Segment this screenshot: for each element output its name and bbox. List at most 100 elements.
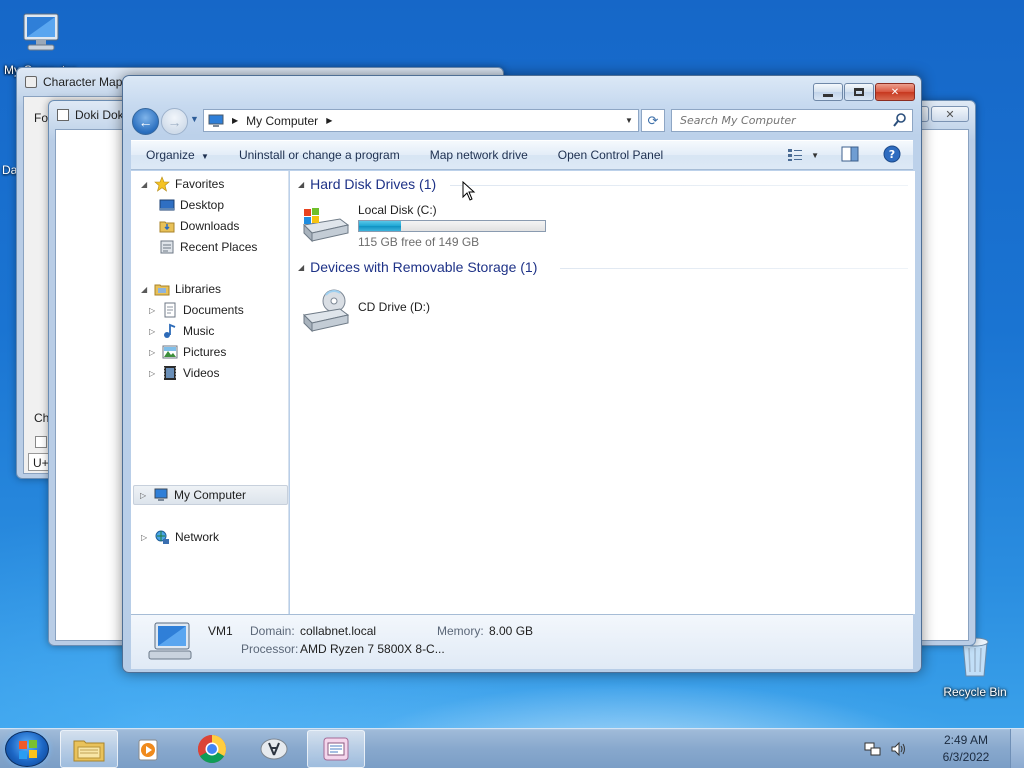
disk-free-text: 115 GB free of 149 GB xyxy=(358,235,480,249)
group-header-hard-disk[interactable]: ◢ Hard Disk Drives (1) xyxy=(298,176,436,192)
domain-label: Domain: xyxy=(250,624,295,638)
svg-text:?: ? xyxy=(889,148,895,161)
nav-documents[interactable]: ▷ Documents xyxy=(149,300,244,320)
nav-favorites[interactable]: ◢ Favorites xyxy=(141,174,224,194)
recent-pages-dropdown[interactable]: ▼ xyxy=(190,114,199,124)
forward-button[interactable]: → xyxy=(161,108,188,135)
restore-icon xyxy=(854,88,864,96)
nav-recent-places[interactable]: Recent Places xyxy=(159,237,257,257)
nav-libraries[interactable]: ◢ Libraries xyxy=(141,279,221,299)
music-icon xyxy=(164,323,176,338)
search-input[interactable] xyxy=(672,110,882,131)
recent-places-icon xyxy=(160,240,174,254)
chevron-down-icon: ▼ xyxy=(190,114,199,124)
window-icon xyxy=(57,109,69,121)
nav-network[interactable]: ▷ Network xyxy=(141,527,219,547)
collapse-arrow-icon: ◢ xyxy=(298,262,305,272)
volume-icon[interactable] xyxy=(890,740,908,758)
breadcrumb-my-computer[interactable]: My Computer xyxy=(246,114,318,128)
font-label: Fo xyxy=(34,111,49,125)
expand-arrow-icon[interactable]: ▷ xyxy=(149,306,157,315)
map-network-drive-button[interactable]: Map network drive xyxy=(415,148,543,162)
network-icon xyxy=(155,530,169,544)
collapse-arrow-icon[interactable]: ◢ xyxy=(141,285,149,294)
taskbar-chrome[interactable] xyxy=(183,730,241,768)
breadcrumb-separator-icon[interactable]: ▶ xyxy=(326,116,332,125)
show-desktop-button[interactable] xyxy=(1010,729,1024,768)
refresh-button[interactable]: ⟳ xyxy=(641,109,665,132)
command-bar: Organize ▼ Uninstall or change a program… xyxy=(131,140,913,170)
expand-arrow-icon[interactable]: ▷ xyxy=(149,348,157,357)
minimize-button[interactable] xyxy=(813,83,843,101)
system-tray: 2:49 AM 6/3/2022 xyxy=(864,729,1024,768)
nav-my-computer[interactable]: ▷ My Computer xyxy=(133,485,288,505)
address-bar[interactable]: ▶ My Computer ▶ ▼ xyxy=(203,109,639,132)
taskbar-app[interactable] xyxy=(245,730,303,768)
nav-music[interactable]: ▷ Music xyxy=(149,321,214,341)
nav-downloads[interactable]: Downloads xyxy=(159,216,239,236)
mouse-cursor-icon xyxy=(462,181,476,201)
change-view-button[interactable]: ▼ xyxy=(787,148,819,162)
uninstall-program-button[interactable]: Uninstall or change a program xyxy=(224,148,415,162)
nav-desktop[interactable]: Desktop xyxy=(159,195,224,215)
desktop-icon xyxy=(159,199,175,211)
explorer-window[interactable]: ✕ ← → ▼ ▶ My Computer ▶ ▼ ⟳ Search My Co… xyxy=(122,75,922,673)
libraries-icon xyxy=(154,284,170,296)
group-divider xyxy=(560,268,908,269)
search-box[interactable] xyxy=(671,109,913,132)
window-title: Character Map xyxy=(25,75,122,89)
app-icon xyxy=(260,738,288,760)
computer-name: VM1 xyxy=(208,624,233,638)
back-button[interactable]: ← xyxy=(132,108,159,135)
windows-logo-icon xyxy=(19,740,37,759)
taskbar-media-player[interactable] xyxy=(120,730,178,768)
group-header-removable[interactable]: ◢ Devices with Removable Storage (1) xyxy=(298,259,537,275)
preview-pane-icon xyxy=(841,146,859,161)
arrow-left-icon: ← xyxy=(138,113,153,130)
help-button[interactable]: ? xyxy=(883,145,901,166)
advanced-checkbox[interactable] xyxy=(35,436,47,448)
organize-button[interactable]: Organize ▼ xyxy=(131,148,224,162)
open-control-panel-button[interactable]: Open Control Panel xyxy=(543,148,678,162)
hard-drive-icon xyxy=(302,208,350,243)
processor-label: Processor: xyxy=(241,642,299,656)
navigation-pane: ◢ Favorites Desktop Downloads Recent Pla… xyxy=(131,171,289,614)
clock[interactable]: 2:49 AM 6/3/2022 xyxy=(930,732,1002,766)
taskbar-explorer[interactable] xyxy=(60,730,118,768)
taskbar-character-map[interactable] xyxy=(307,730,365,768)
expand-arrow-icon[interactable]: ▷ xyxy=(141,533,149,542)
content-pane: ◢ Hard Disk Drives (1) Local Disk (C:) 1… xyxy=(290,171,915,614)
drive-cd-d[interactable]: CD Drive (D:) xyxy=(300,289,430,333)
details-pane: VM1 Domain: collabnet.local Memory: 8.00… xyxy=(131,614,913,669)
star-icon xyxy=(154,176,170,192)
search-icon xyxy=(893,113,906,127)
nav-videos[interactable]: ▷ Videos xyxy=(149,363,219,383)
preview-pane-button[interactable] xyxy=(841,146,859,165)
character-map-icon xyxy=(323,737,349,761)
character-map-icon xyxy=(25,76,37,88)
close-button[interactable]: ✕ xyxy=(875,83,915,101)
chevron-down-icon: ▼ xyxy=(201,152,209,161)
computer-icon xyxy=(23,13,59,51)
close-button[interactable]: ✕ xyxy=(931,106,969,122)
nav-pictures[interactable]: ▷ Pictures xyxy=(149,342,226,362)
computer-icon xyxy=(208,114,224,127)
drive-local-disk-c[interactable]: Local Disk (C:) 115 GB free of 149 GB xyxy=(300,203,546,249)
expand-arrow-icon[interactable]: ▷ xyxy=(149,327,157,336)
pictures-icon xyxy=(162,345,178,359)
start-button[interactable] xyxy=(5,731,49,767)
cd-drive-icon xyxy=(302,289,350,333)
clock-time: 2:49 AM xyxy=(943,733,989,747)
expand-arrow-icon[interactable]: ▷ xyxy=(140,491,148,500)
computer-icon xyxy=(154,488,168,501)
collapse-arrow-icon[interactable]: ◢ xyxy=(141,180,149,189)
breadcrumb-separator-icon: ▶ xyxy=(232,116,239,125)
expand-arrow-icon[interactable]: ▷ xyxy=(149,369,157,378)
minimize-icon xyxy=(823,93,833,97)
chevron-down-icon: ▼ xyxy=(625,116,633,125)
address-dropdown[interactable]: ▼ xyxy=(620,110,638,131)
navigation-bar: ← → ▼ ▶ My Computer ▶ ▼ ⟳ xyxy=(131,106,913,136)
disk-usage-fill xyxy=(359,221,402,231)
maximize-button[interactable] xyxy=(844,83,874,101)
network-status-icon[interactable] xyxy=(864,740,882,758)
